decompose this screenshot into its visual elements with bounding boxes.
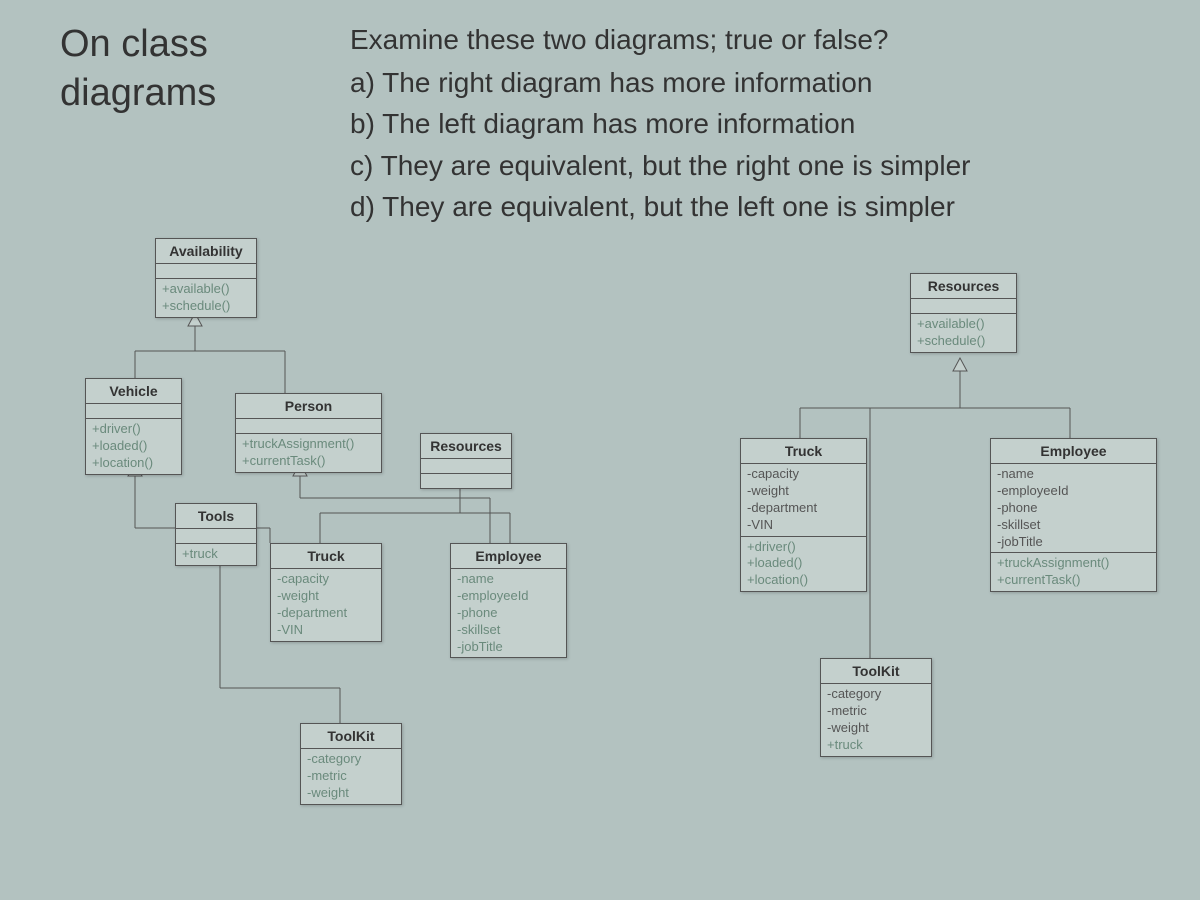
class-ops: +driver() +loaded() +location() [86, 419, 181, 474]
op: +available() [917, 316, 1010, 333]
class-attrs-empty [421, 459, 511, 474]
class-ops: +available() +schedule() [156, 279, 256, 317]
class-toolkit-right: ToolKit -category -metric -weight +truck [820, 658, 932, 757]
attr: +truck [182, 546, 250, 563]
attr: -weight [307, 785, 395, 802]
op: +schedule() [917, 333, 1010, 350]
class-attrs: -capacity -weight -department -VIN [741, 464, 866, 537]
attr: -jobTitle [997, 534, 1150, 551]
op: +loaded() [747, 555, 860, 572]
op: +driver() [747, 539, 860, 556]
class-name: ToolKit [821, 659, 931, 684]
attr: -jobTitle [457, 639, 560, 656]
attr: -capacity [277, 571, 375, 588]
class-name: Tools [176, 504, 256, 529]
class-ops: +driver() +loaded() +location() [741, 537, 866, 592]
class-employee-right: Employee -name -employeeId -phone -skill… [990, 438, 1157, 592]
class-attrs-empty [236, 419, 381, 434]
question-block: Examine these two diagrams; true or fals… [350, 20, 970, 228]
attr: -skillset [997, 517, 1150, 534]
class-name: Employee [451, 544, 566, 569]
op: +available() [162, 281, 250, 298]
class-attrs-empty [156, 264, 256, 279]
class-truck-left: Truck -capacity -weight -department -VIN [270, 543, 382, 642]
op: +truckAssignment() [997, 555, 1150, 572]
class-name: Resources [911, 274, 1016, 299]
class-name: Employee [991, 439, 1156, 464]
op: +location() [92, 455, 175, 472]
class-resources-left: Resources [420, 433, 512, 489]
attr: -weight [277, 588, 375, 605]
class-ops: +available() +schedule() [911, 314, 1016, 352]
op: +currentTask() [997, 572, 1150, 589]
class-name: Vehicle [86, 379, 181, 404]
header: On class diagrams Examine these two diag… [0, 0, 1200, 238]
choice-d: d) They are equivalent, but the left one… [350, 187, 970, 226]
attr: -employeeId [457, 588, 560, 605]
class-attrs: -category -metric -weight +truck [821, 684, 931, 756]
op: +schedule() [162, 298, 250, 315]
class-vehicle: Vehicle +driver() +loaded() +location() [85, 378, 182, 475]
class-attrs: -capacity -weight -department -VIN [271, 569, 381, 641]
class-employee-left: Employee -name -employeeId -phone -skill… [450, 543, 567, 658]
choice-c: c) They are equivalent, but the right on… [350, 146, 970, 185]
attr: -name [457, 571, 560, 588]
attr: -capacity [747, 466, 860, 483]
diagram-canvas: Availability +available() +schedule() Ve… [0, 238, 1200, 878]
slide-title: On class diagrams [60, 20, 310, 228]
class-ops-empty [421, 474, 511, 488]
class-tools: Tools +truck [175, 503, 257, 566]
op: +loaded() [92, 438, 175, 455]
class-name: Person [236, 394, 381, 419]
attr: -phone [997, 500, 1150, 517]
attr: -metric [827, 703, 925, 720]
choice-b: b) The left diagram has more information [350, 104, 970, 143]
choice-a: a) The right diagram has more informatio… [350, 63, 970, 102]
attr: -metric [307, 768, 395, 785]
class-attrs: +truck [176, 544, 256, 565]
class-name: Truck [741, 439, 866, 464]
op: +truckAssignment() [242, 436, 375, 453]
class-attrs: -name -employeeId -phone -skillset -jobT… [991, 464, 1156, 553]
op: +location() [747, 572, 860, 589]
class-name: ToolKit [301, 724, 401, 749]
attr: -category [827, 686, 925, 703]
attr: -department [747, 500, 860, 517]
attr: -name [997, 466, 1150, 483]
class-person: Person +truckAssignment() +currentTask() [235, 393, 382, 473]
attr: -skillset [457, 622, 560, 639]
class-availability: Availability +available() +schedule() [155, 238, 257, 318]
class-name: Truck [271, 544, 381, 569]
attr: -weight [747, 483, 860, 500]
attr: -phone [457, 605, 560, 622]
class-ops: +truckAssignment() +currentTask() [236, 434, 381, 472]
class-attrs-empty [911, 299, 1016, 314]
class-ops: +truckAssignment() +currentTask() [991, 553, 1156, 591]
op: +currentTask() [242, 453, 375, 470]
class-attrs: -name -employeeId -phone -skillset -jobT… [451, 569, 566, 657]
attr: +truck [827, 737, 925, 754]
question-prompt: Examine these two diagrams; true or fals… [350, 20, 970, 59]
class-name: Resources [421, 434, 511, 459]
op: +driver() [92, 421, 175, 438]
class-truck-right: Truck -capacity -weight -department -VIN… [740, 438, 867, 592]
attr: -VIN [277, 622, 375, 639]
title-line-1: On class [60, 20, 310, 69]
attr: -VIN [747, 517, 860, 534]
class-name: Availability [156, 239, 256, 264]
attr: -category [307, 751, 395, 768]
class-attrs: -category -metric -weight [301, 749, 401, 804]
class-ops-empty [176, 529, 256, 544]
attr: -employeeId [997, 483, 1150, 500]
class-attrs-empty [86, 404, 181, 419]
attr: -department [277, 605, 375, 622]
class-toolkit-left: ToolKit -category -metric -weight [300, 723, 402, 805]
attr: -weight [827, 720, 925, 737]
class-resources-right: Resources +available() +schedule() [910, 273, 1017, 353]
title-line-2: diagrams [60, 69, 310, 118]
